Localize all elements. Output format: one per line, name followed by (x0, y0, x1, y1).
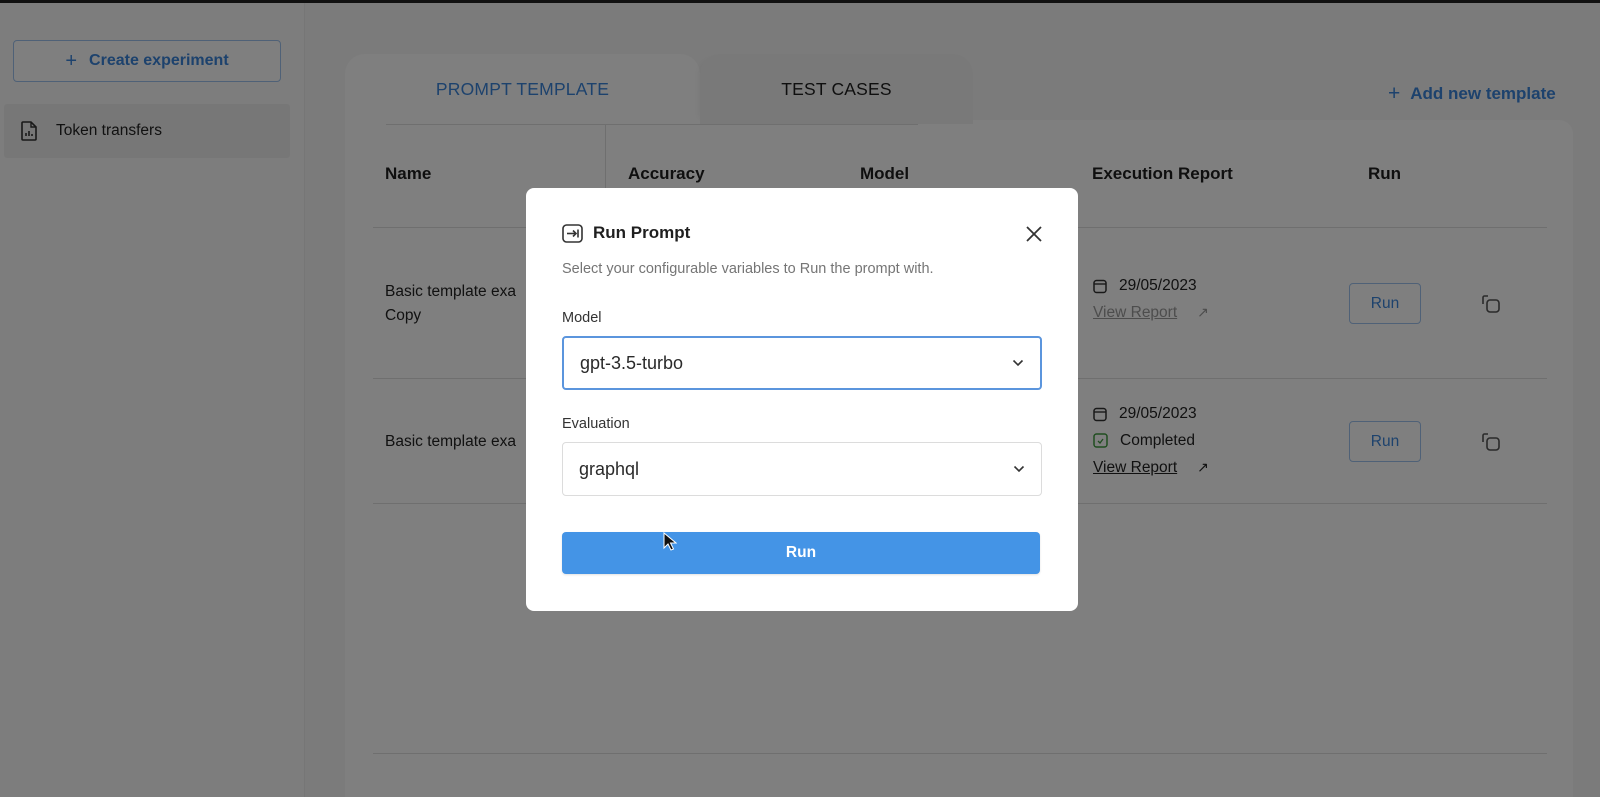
close-icon[interactable] (1024, 224, 1044, 244)
model-label: Model (562, 310, 602, 326)
run-prompt-dialog: Run Prompt Select your configurable vari… (526, 188, 1078, 611)
dialog-title: Run Prompt (593, 223, 691, 242)
dialog-subtitle: Select your configurable variables to Ru… (562, 261, 934, 277)
run-button[interactable]: Run (562, 532, 1040, 574)
mouse-cursor-icon (663, 532, 677, 551)
run-arrow-icon (562, 223, 583, 243)
evaluation-select[interactable]: graphql (562, 442, 1042, 496)
dialog-header: Run Prompt (562, 223, 690, 243)
chevron-down-icon (1012, 359, 1024, 367)
chevron-down-icon (1013, 465, 1025, 473)
model-select[interactable]: gpt-3.5-turbo (562, 336, 1042, 390)
window-top-edge (0, 0, 1600, 3)
evaluation-select-value: graphql (579, 458, 640, 479)
evaluation-label: Evaluation (562, 416, 630, 432)
model-select-value: gpt-3.5-turbo (580, 352, 684, 373)
